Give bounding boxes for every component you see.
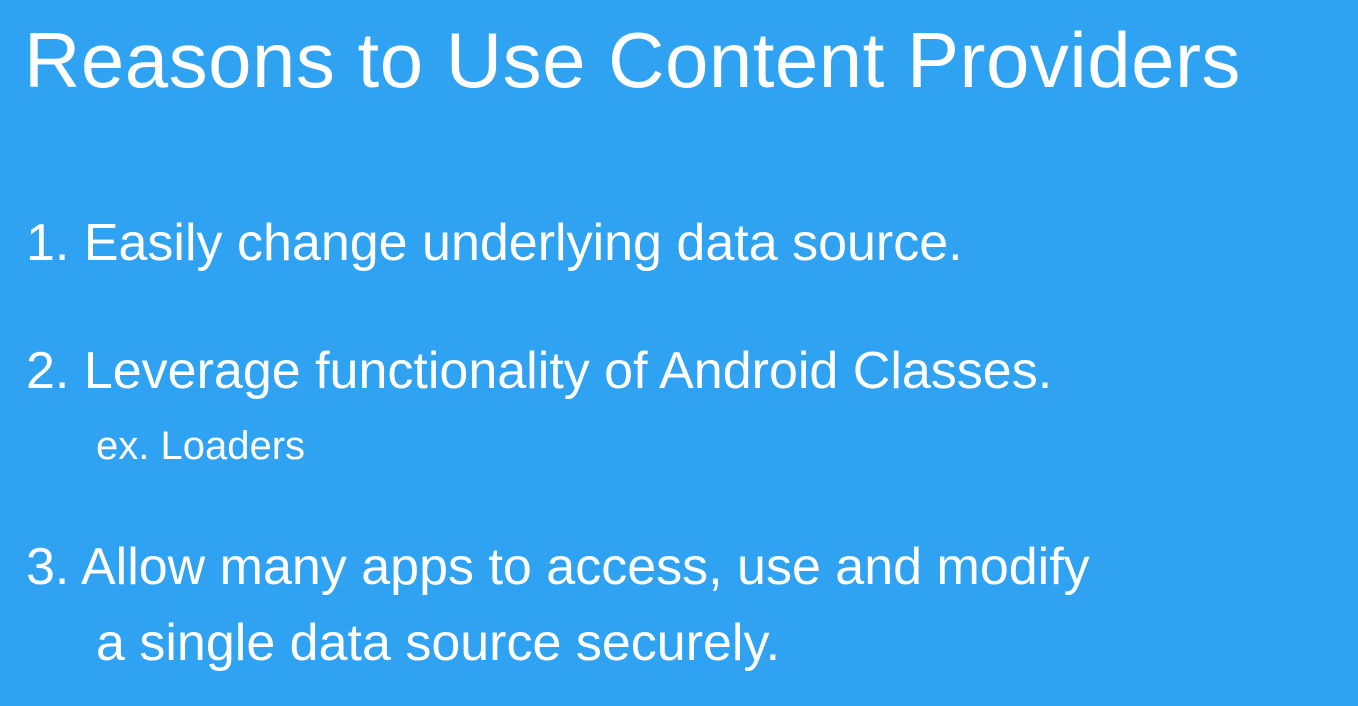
- point-2-example: ex. Loaders: [96, 424, 306, 468]
- slide: Reasons to Use Content Providers 1. Easi…: [0, 0, 1358, 706]
- point-3: 3. Allow many apps to access, use and mo…: [26, 536, 1090, 598]
- point-3-number: 3.: [26, 538, 70, 596]
- point-2-number: 2.: [26, 342, 70, 400]
- point-3-text: Allow many apps to access, use and modif…: [80, 538, 1090, 596]
- slide-title: Reasons to Use Content Providers: [24, 16, 1241, 104]
- point-2-text: Leverage functionality of Android Classe…: [83, 342, 1053, 400]
- point-1-number: 1.: [26, 214, 70, 272]
- point-1: 1. Easily change underlying data source.: [26, 212, 963, 274]
- point-2: 2. Leverage functionality of Android Cla…: [26, 340, 1052, 402]
- point-3-continuation: a single data source securely.: [96, 614, 781, 672]
- point-1-text: Easily change underlying data source.: [83, 214, 963, 272]
